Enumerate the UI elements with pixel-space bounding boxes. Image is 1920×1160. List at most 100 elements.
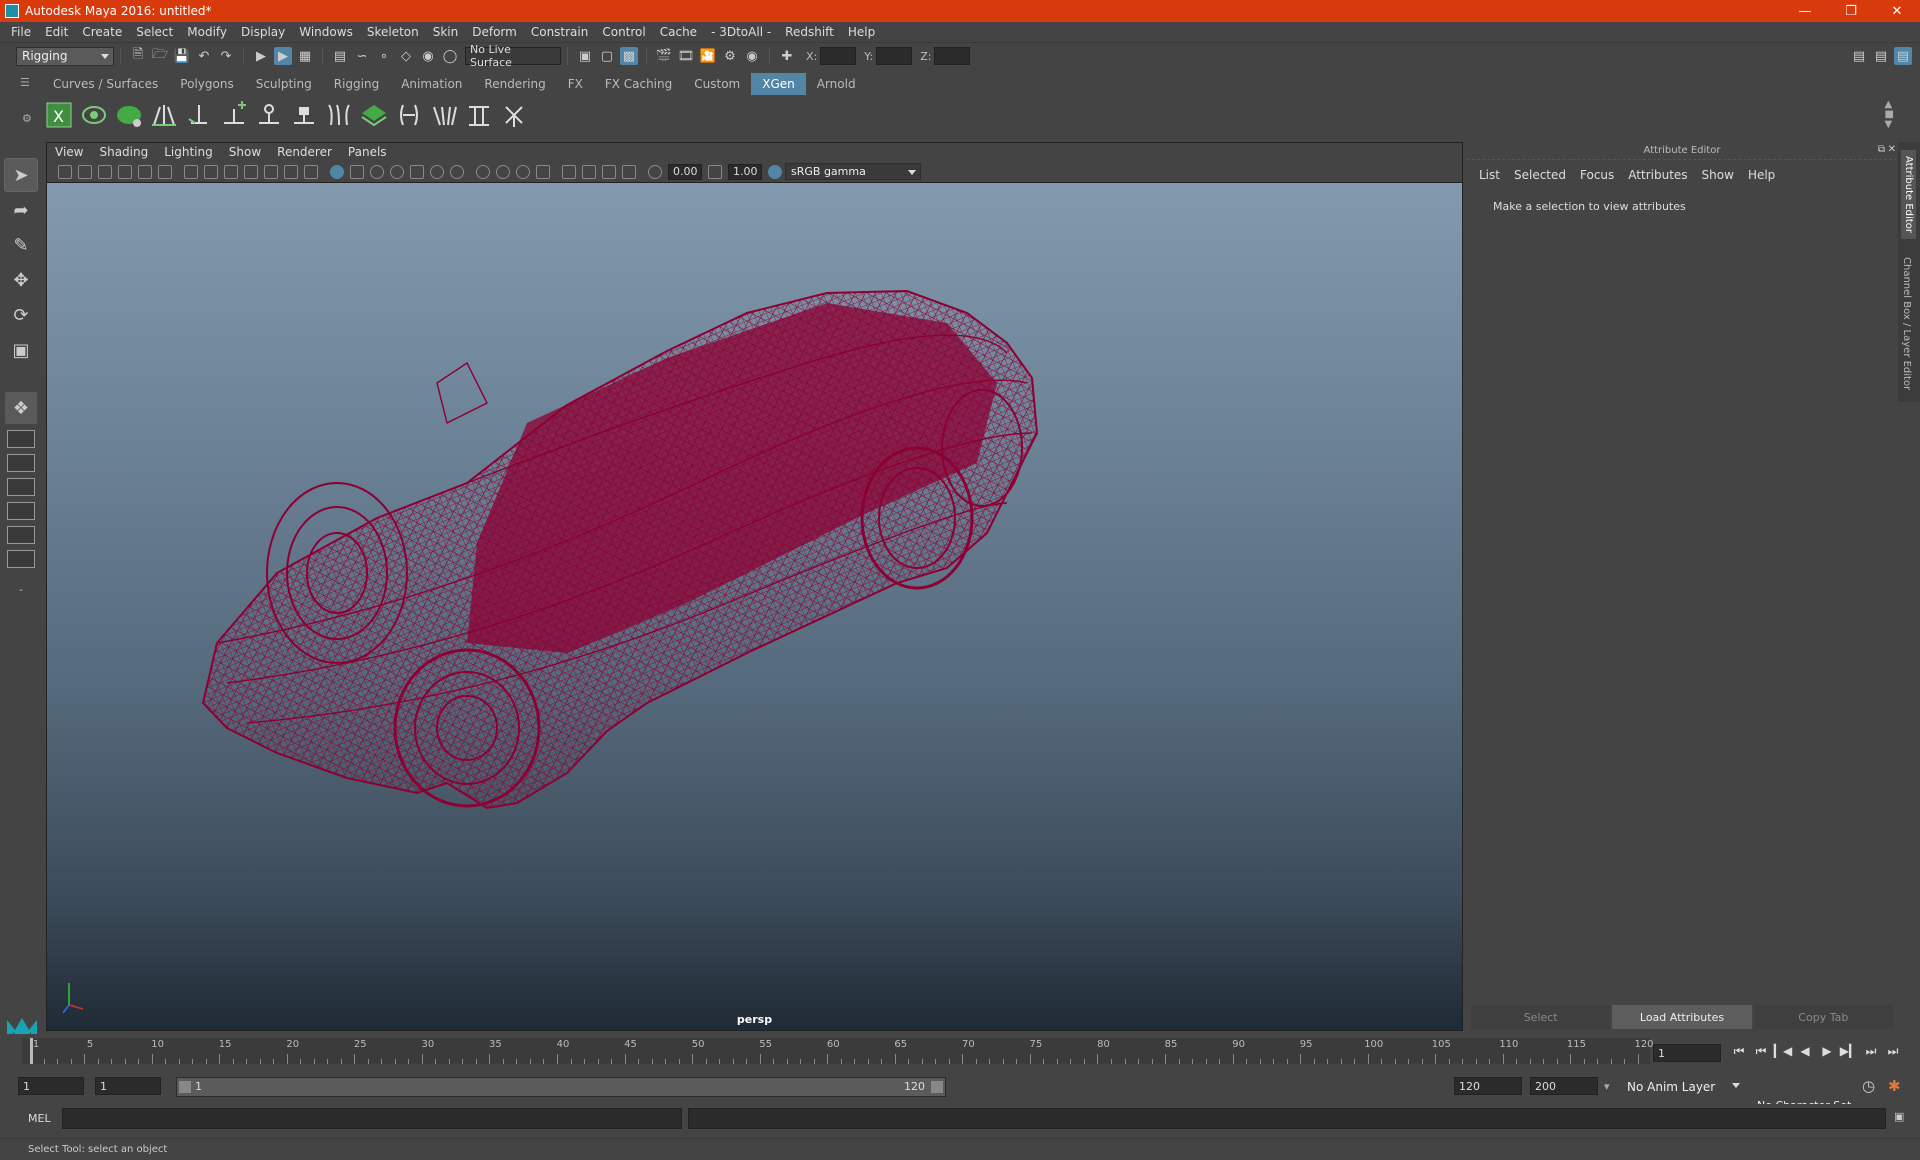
- play-backwards-icon[interactable]: ◀: [1794, 1040, 1816, 1062]
- xgen-length-icon[interactable]: [464, 100, 494, 130]
- ae-menu-help[interactable]: Help: [1748, 168, 1775, 182]
- menuset-dropdown[interactable]: Rigging: [16, 46, 114, 66]
- live-surface-field[interactable]: No Live Surface: [465, 43, 561, 69]
- redo-icon[interactable]: ↷: [217, 47, 235, 65]
- depth-of-field-icon[interactable]: [516, 164, 530, 179]
- render-frame-icon[interactable]: 🎞: [677, 47, 695, 65]
- bookmark-icon[interactable]: [98, 164, 112, 179]
- vp-menu-lighting[interactable]: Lighting: [164, 145, 213, 159]
- modeling-toolkit-icon[interactable]: ▤: [1850, 47, 1868, 65]
- menu-windows[interactable]: Windows: [292, 25, 360, 39]
- safe-action-icon[interactable]: [284, 164, 298, 179]
- shelf-scroll-icon[interactable]: ▲ ■ ▼: [1885, 100, 1894, 130]
- current-frame-field[interactable]: 1: [1653, 1044, 1721, 1062]
- open-scene-icon[interactable]: 🗁: [151, 47, 169, 65]
- xgen-window-icon[interactable]: X: [44, 100, 74, 130]
- persp-graph-layout-icon[interactable]: [7, 502, 35, 520]
- menu-3dtoall[interactable]: - 3DtoAll -: [704, 25, 778, 39]
- tab-rigging[interactable]: Rigging: [323, 73, 390, 95]
- wireframe-icon[interactable]: [330, 164, 344, 179]
- xgen-layer-icon[interactable]: [359, 100, 389, 130]
- menu-skin[interactable]: Skin: [426, 25, 466, 39]
- tab-animation[interactable]: Animation: [390, 73, 473, 95]
- step-forward-key-icon[interactable]: ⏭: [1860, 1040, 1882, 1062]
- xgen-select-guide-icon[interactable]: [254, 100, 284, 130]
- output-ops-icon[interactable]: ▢: [598, 47, 616, 65]
- single-perspective-layout-icon[interactable]: ❖: [5, 392, 37, 424]
- snap-point-icon[interactable]: ∘: [375, 47, 393, 65]
- menu-help[interactable]: Help: [841, 25, 882, 39]
- tab-attribute-editor[interactable]: Attribute Editor: [1901, 150, 1916, 239]
- grease-pencil-icon[interactable]: [158, 164, 172, 179]
- range-start-handle[interactable]: [179, 1081, 191, 1093]
- close-panel-icon[interactable]: ✕: [1888, 144, 1896, 155]
- snap-view-icon[interactable]: ◇: [397, 47, 415, 65]
- xgen-groom-icon[interactable]: [324, 100, 354, 130]
- shadows-icon[interactable]: [430, 164, 444, 179]
- multisample-aa-icon[interactable]: [496, 164, 510, 179]
- tab-sculpting[interactable]: Sculpting: [245, 73, 323, 95]
- tab-fx-caching[interactable]: FX Caching: [594, 73, 683, 95]
- menu-modify[interactable]: Modify: [180, 25, 234, 39]
- motion-blur-icon[interactable]: [476, 164, 490, 179]
- field-chart-icon[interactable]: [264, 164, 278, 179]
- tab-arnold[interactable]: Arnold: [806, 73, 867, 95]
- restore-icon[interactable]: ❐: [1828, 0, 1874, 22]
- auto-key-icon[interactable]: ◷: [1862, 1077, 1875, 1095]
- vp-menu-view[interactable]: View: [55, 145, 83, 159]
- four-view-layout-icon[interactable]: [7, 430, 35, 448]
- outliner-graph-layout-icon[interactable]: [7, 550, 35, 568]
- attribute-editor-toggle-icon[interactable]: ▤: [1872, 47, 1890, 65]
- perspective-viewport[interactable]: persp: [47, 183, 1462, 1030]
- tab-channel-box[interactable]: Channel Box / Layer Editor: [1901, 257, 1912, 390]
- step-back-frame-icon[interactable]: ▎◀: [1772, 1040, 1794, 1062]
- gamma-icon[interactable]: [708, 164, 722, 179]
- y-field[interactable]: [876, 47, 913, 65]
- lasso-tool-icon[interactable]: ➦: [5, 194, 37, 226]
- anim-layer-dropdown[interactable]: No Anim Layer: [1622, 1077, 1744, 1096]
- xray-icon[interactable]: [562, 164, 576, 179]
- tab-polygons[interactable]: Polygons: [169, 73, 244, 95]
- shelf-settings-icon[interactable]: ⚙: [22, 112, 32, 125]
- go-to-end-icon[interactable]: ⏭: [1882, 1040, 1904, 1062]
- make-live-icon[interactable]: ◯: [441, 47, 459, 65]
- menu-create[interactable]: Create: [75, 25, 129, 39]
- playback-end-field[interactable]: 120: [1454, 1077, 1522, 1095]
- ae-menu-focus[interactable]: Focus: [1580, 168, 1614, 182]
- vp-menu-panels[interactable]: Panels: [348, 145, 387, 159]
- ae-menu-show[interactable]: Show: [1702, 168, 1734, 182]
- playback-start-field[interactable]: 1: [95, 1077, 161, 1095]
- gamma-field[interactable]: 1.00: [728, 163, 762, 180]
- textured-icon[interactable]: [390, 164, 404, 179]
- minimize-icon[interactable]: —: [1782, 0, 1828, 22]
- mel-label[interactable]: MEL: [28, 1112, 51, 1125]
- render-view-icon[interactable]: 🎬: [655, 47, 673, 65]
- step-back-key-icon[interactable]: ⏮: [1750, 1040, 1772, 1062]
- paint-select-tool-icon[interactable]: ✎: [5, 229, 37, 261]
- select-object-icon[interactable]: ▶: [274, 47, 292, 65]
- construction-history-icon[interactable]: ▩: [620, 47, 638, 65]
- undo-icon[interactable]: ↶: [195, 47, 213, 65]
- close-icon[interactable]: ✕: [1874, 0, 1920, 22]
- float-panel-icon[interactable]: ⧉: [1878, 144, 1885, 155]
- transform-mode-icon[interactable]: ✚: [778, 47, 796, 65]
- vp-menu-shading[interactable]: Shading: [99, 145, 148, 159]
- persp-outliner-layout-icon[interactable]: [7, 478, 35, 496]
- default-material-icon[interactable]: [370, 164, 384, 179]
- new-scene-icon[interactable]: 🗎: [129, 47, 147, 65]
- ae-copy-tab-button[interactable]: Copy Tab: [1753, 1005, 1893, 1029]
- xgen-guides-icon[interactable]: [149, 100, 179, 130]
- film-gate-icon[interactable]: [204, 164, 218, 179]
- animation-preferences-icon[interactable]: ✱: [1888, 1077, 1901, 1095]
- xgen-preview-icon[interactable]: [79, 100, 109, 130]
- xray-bounding-icon[interactable]: [622, 164, 636, 179]
- save-scene-icon[interactable]: 💾: [173, 47, 191, 65]
- select-camera-icon[interactable]: [58, 164, 72, 179]
- script-editor-icon[interactable]: ▣: [1894, 1110, 1904, 1123]
- render-settings-icon[interactable]: ⚙: [721, 47, 739, 65]
- xray-active-components-icon[interactable]: [582, 164, 596, 179]
- tab-custom[interactable]: Custom: [683, 73, 751, 95]
- car-wireframe-model[interactable]: [47, 183, 1462, 1030]
- xray-joints-icon[interactable]: [602, 164, 616, 179]
- 2d-pan-zoom-icon[interactable]: [138, 164, 152, 179]
